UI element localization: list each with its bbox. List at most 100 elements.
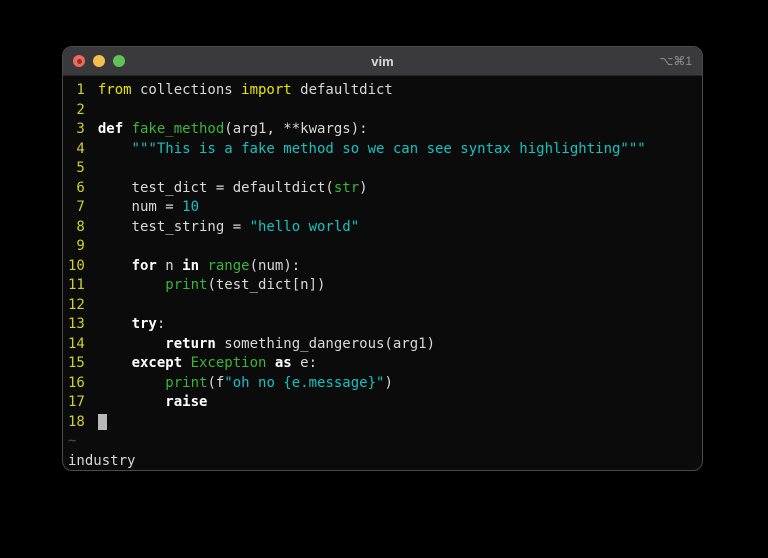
line-number: 7 [68,198,85,218]
token-fn: range [207,258,249,274]
token-fn: print [165,277,207,293]
token-kw: as [275,355,292,371]
token-n: ) [359,180,367,196]
token-n: collections [132,82,242,98]
code-line[interactable]: 5 [68,159,696,179]
code-text: num = 10 [98,198,199,218]
line-number: 12 [68,296,85,316]
code-line[interactable]: 7 num = 10 [68,198,696,218]
line-number: 15 [68,354,85,374]
token-fn: Exception [191,355,267,371]
code-text: """This is a fake method so we can see s… [98,140,646,160]
token-n: (arg1, **kwargs): [224,121,367,137]
close-button[interactable] [73,55,85,67]
line-number: 5 [68,159,85,179]
code-line[interactable]: 12 [68,296,696,316]
token-n [266,355,274,371]
token-pre: from [98,82,132,98]
token-kw: try [132,316,157,332]
token-str: """This is a fake method so we can see s… [98,141,646,157]
line-number: 16 [68,374,85,394]
token-kw: for [132,258,157,274]
code-text: try: [98,315,165,335]
token-n [98,394,165,410]
token-kw: return [165,336,216,352]
vim-editor[interactable]: 1 from collections import defaultdict 23 de… [63,76,702,471]
code-line[interactable]: 14 return something_dangerous(arg1) [68,335,696,355]
token-n [123,121,131,137]
token-n: test_string = [98,219,250,235]
token-n [98,277,165,293]
token-fn: print [165,375,207,391]
token-n: test_dict = defaultdict( [98,180,334,196]
line-number: 18 [68,413,85,433]
token-n: ) [384,375,392,391]
token-kw: raise [165,394,207,410]
code-line[interactable]: 1 from collections import defaultdict [68,81,696,101]
token-n: something_dangerous(arg1) [216,336,435,352]
code-line[interactable]: 9 [68,237,696,257]
code-line[interactable]: 15 except Exception as e: [68,354,696,374]
token-n: (test_dict[n]) [207,277,325,293]
code-line[interactable]: 10 for n in range(num): [68,257,696,277]
line-number: 3 [68,120,85,140]
code-text: def fake_method(arg1, **kwargs): [98,120,368,140]
token-kw: in [182,258,199,274]
line-number: 9 [68,237,85,257]
token-n: (num): [250,258,301,274]
code-text: return something_dangerous(arg1) [98,335,435,355]
code-line[interactable]: 16 print(f"oh no {e.message}") [68,374,696,394]
line-number: 13 [68,315,85,335]
code-line[interactable]: 8 test_string = "hello world" [68,218,696,238]
code-line[interactable]: 18 [68,413,696,433]
code-line[interactable]: 3 def fake_method(arg1, **kwargs): [68,120,696,140]
line-number: 11 [68,276,85,296]
code-text: for n in range(num): [98,257,300,277]
code-line[interactable]: 17 raise [68,393,696,413]
line-number: 1 [68,81,85,101]
code-area[interactable]: 1 from collections import defaultdict 23 de… [68,81,696,432]
line-number: 17 [68,393,85,413]
token-str: "hello world" [250,219,360,235]
token-n: defaultdict [292,82,393,98]
window-shortcut-badge: ⌥⌘1 [659,54,702,68]
token-n: (f [207,375,224,391]
token-str: 10 [182,199,199,215]
end-of-buffer-tilde: ~ [68,432,76,452]
line-number: 2 [68,101,85,121]
terminal-window: vim ⌥⌘1 1 from collections import default… [62,46,703,471]
code-line[interactable]: 2 [68,101,696,121]
code-text: print(test_dict[n]) [98,276,326,296]
token-n [98,316,132,332]
code-text: raise [98,393,208,413]
token-n [98,355,132,371]
token-n: num = [98,199,182,215]
command-line-message: industry [68,452,135,472]
code-line[interactable]: 6 test_dict = defaultdict(str) [68,179,696,199]
vim-block-cursor [98,414,107,430]
code-line[interactable]: 13 try: [68,315,696,335]
code-line[interactable]: 4 """This is a fake method so we can see… [68,140,696,160]
token-pre: import [241,82,292,98]
token-n: n [157,258,182,274]
token-kw: def [98,121,123,137]
line-number: 14 [68,335,85,355]
token-n [98,336,165,352]
traffic-lights [63,55,125,67]
window-title: vim [63,54,702,69]
code-line[interactable]: 11 print(test_dict[n]) [68,276,696,296]
code-text: except Exception as e: [98,354,317,374]
token-n: e: [292,355,317,371]
window-titlebar[interactable]: vim ⌥⌘1 [63,47,702,76]
line-number: 4 [68,140,85,160]
zoom-button[interactable] [113,55,125,67]
code-text: test_string = "hello world" [98,218,359,238]
token-n [182,355,190,371]
token-kw: except [132,355,183,371]
unsaved-changes-dot-icon [77,59,82,64]
token-fn: fake_method [132,121,225,137]
end-of-buffer-line: ~ [68,432,696,452]
line-number: 8 [68,218,85,238]
minimize-button[interactable] [93,55,105,67]
token-n: : [157,316,165,332]
